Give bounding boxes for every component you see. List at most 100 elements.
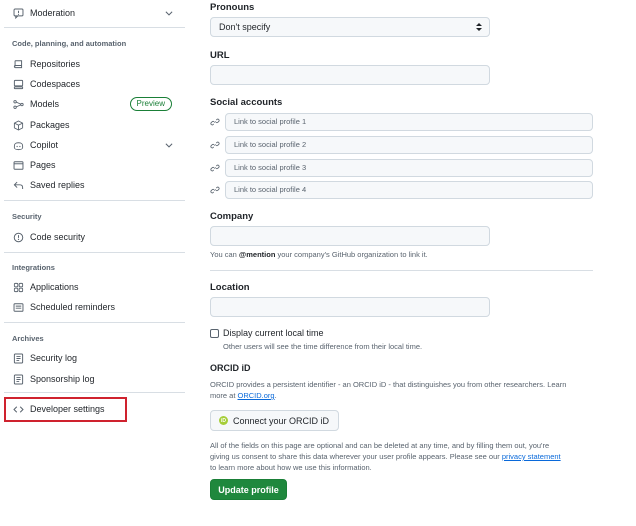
models-icon bbox=[12, 98, 24, 110]
reply-icon bbox=[12, 179, 24, 191]
sidebar-item-repositories[interactable]: Repositories bbox=[4, 54, 184, 74]
optional-note-line: All of the fields on this page are optio… bbox=[210, 441, 550, 450]
sidebar-item-label: Applications bbox=[30, 282, 79, 292]
sidebar-item-label: Codespaces bbox=[30, 79, 81, 89]
pronouns-select[interactable]: Don't specify bbox=[210, 17, 490, 37]
sidebar-divider bbox=[4, 200, 185, 201]
company-note-text: your company's GitHub organization to li… bbox=[275, 250, 428, 259]
pronouns-value: Don't specify bbox=[219, 22, 271, 32]
select-arrows-icon bbox=[476, 23, 482, 31]
section-heading-security: Security bbox=[12, 212, 42, 221]
social-account-row: Link to social profile 1 bbox=[210, 113, 593, 131]
sidebar-item-label: Saved replies bbox=[30, 180, 85, 190]
clock-icon bbox=[12, 301, 24, 313]
sidebar-item-label: Moderation bbox=[30, 8, 76, 18]
sidebar-item-security-log[interactable]: Security log bbox=[4, 348, 184, 368]
mention-text: @mention bbox=[238, 250, 276, 259]
orcid-note-text: . bbox=[274, 391, 277, 400]
orcid-note-text: more at bbox=[210, 391, 238, 400]
sidebar-item-moderation[interactable]: Moderation bbox=[4, 3, 184, 23]
sidebar-item-pages[interactable]: Pages bbox=[4, 155, 184, 175]
orcid-note-line: more at ORCID.org. bbox=[210, 390, 610, 401]
sidebar-divider bbox=[4, 392, 185, 393]
local-time-checkbox[interactable] bbox=[210, 329, 219, 338]
social-accounts-label: Social accounts bbox=[210, 97, 283, 108]
company-note: You can @mention your company's GitHub o… bbox=[210, 249, 428, 260]
social-account-row: Link to social profile 2 bbox=[210, 136, 593, 154]
section-heading-archives: Archives bbox=[12, 334, 44, 343]
url-input[interactable] bbox=[210, 65, 490, 85]
pronouns-label: Pronouns bbox=[210, 2, 255, 13]
company-note-text: You can bbox=[210, 250, 239, 259]
local-time-label: Display current local time bbox=[223, 328, 324, 338]
chevron-down-icon[interactable] bbox=[164, 8, 174, 18]
section-heading-code: Code, planning, and automation bbox=[12, 39, 127, 48]
link-icon bbox=[210, 141, 220, 149]
orcid-logo-icon: iD bbox=[219, 416, 228, 425]
optional-fields-note: All of the fields on this page are optio… bbox=[210, 440, 610, 473]
log-icon bbox=[12, 352, 24, 364]
url-label: URL bbox=[210, 50, 230, 61]
connect-orcid-button[interactable]: iD Connect your ORCID iD bbox=[210, 410, 339, 431]
link-icon bbox=[210, 164, 220, 172]
sidebar-item-sponsorship-log[interactable]: Sponsorship log bbox=[4, 369, 184, 389]
sidebar-item-models[interactable]: Models Preview bbox=[4, 94, 184, 114]
sidebar-item-label: Security log bbox=[30, 353, 78, 363]
package-icon bbox=[12, 119, 24, 131]
local-time-note: Other users will see the time difference… bbox=[223, 342, 423, 351]
sidebar-item-label: Packages bbox=[30, 120, 70, 130]
sidebar-divider bbox=[4, 322, 185, 323]
orcid-label: ORCID iD bbox=[210, 363, 251, 373]
sidebar-divider bbox=[4, 27, 185, 28]
sidebar-item-label: Copilot bbox=[30, 140, 59, 150]
social-profile-input-4[interactable]: Link to social profile 4 bbox=[225, 181, 593, 199]
company-input[interactable] bbox=[210, 226, 490, 246]
apps-icon bbox=[12, 281, 24, 293]
optional-note-text: giving us consent to share this data whe… bbox=[210, 452, 502, 461]
link-icon bbox=[210, 118, 220, 126]
orcid-note-line: ORCID provides a persistent identifier -… bbox=[210, 380, 567, 389]
highlight-box bbox=[4, 397, 127, 422]
sidebar-item-label: Repositories bbox=[30, 59, 81, 69]
sidebar-item-packages[interactable]: Packages bbox=[4, 115, 184, 135]
company-label: Company bbox=[210, 211, 254, 222]
chevron-down-icon[interactable] bbox=[164, 140, 174, 150]
location-label: Location bbox=[210, 282, 250, 293]
social-account-row: Link to social profile 4 bbox=[210, 181, 593, 199]
sidebar-item-code-security[interactable]: Code security bbox=[4, 227, 184, 247]
sidebar-item-label: Code security bbox=[30, 232, 86, 242]
section-heading-integrations: Integrations bbox=[12, 263, 55, 272]
sidebar-item-saved-replies[interactable]: Saved replies bbox=[4, 175, 184, 195]
optional-note-line: to learn more about how we use this info… bbox=[210, 463, 372, 472]
privacy-statement-link[interactable]: privacy statement bbox=[502, 452, 561, 461]
codespaces-icon bbox=[12, 78, 24, 90]
optional-note-line: giving us consent to share this data whe… bbox=[210, 451, 610, 462]
log-icon bbox=[12, 373, 24, 385]
sidebar-item-label: Pages bbox=[30, 160, 56, 170]
sidebar-item-label: Scheduled reminders bbox=[30, 302, 116, 312]
sidebar-divider bbox=[4, 252, 185, 253]
sidebar-item-codespaces[interactable]: Codespaces bbox=[4, 74, 184, 94]
sidebar-item-label: Sponsorship log bbox=[30, 374, 95, 384]
link-icon bbox=[210, 186, 220, 194]
social-profile-input-3[interactable]: Link to social profile 3 bbox=[225, 159, 593, 177]
update-profile-button[interactable]: Update profile bbox=[210, 479, 287, 500]
location-input[interactable] bbox=[210, 297, 490, 317]
social-profile-input-1[interactable]: Link to social profile 1 bbox=[225, 113, 593, 131]
repo-icon bbox=[12, 58, 24, 70]
connect-orcid-label: Connect your ORCID iD bbox=[233, 415, 330, 426]
social-account-row: Link to social profile 3 bbox=[210, 159, 593, 177]
shield-icon bbox=[12, 231, 24, 243]
sidebar-item-applications[interactable]: Applications bbox=[4, 277, 184, 297]
preview-badge: Preview bbox=[129, 97, 172, 111]
browser-icon bbox=[12, 159, 24, 171]
social-profile-input-2[interactable]: Link to social profile 2 bbox=[225, 136, 593, 154]
sidebar-item-scheduled-reminders[interactable]: Scheduled reminders bbox=[4, 297, 184, 317]
sidebar-item-copilot[interactable]: Copilot bbox=[4, 135, 184, 155]
orcid-link[interactable]: ORCID.org bbox=[238, 391, 275, 400]
report-icon bbox=[12, 7, 24, 19]
orcid-note: ORCID provides a persistent identifier -… bbox=[210, 379, 610, 401]
copilot-icon bbox=[12, 139, 24, 151]
sidebar-item-label: Models bbox=[30, 99, 60, 109]
form-divider bbox=[210, 270, 593, 271]
